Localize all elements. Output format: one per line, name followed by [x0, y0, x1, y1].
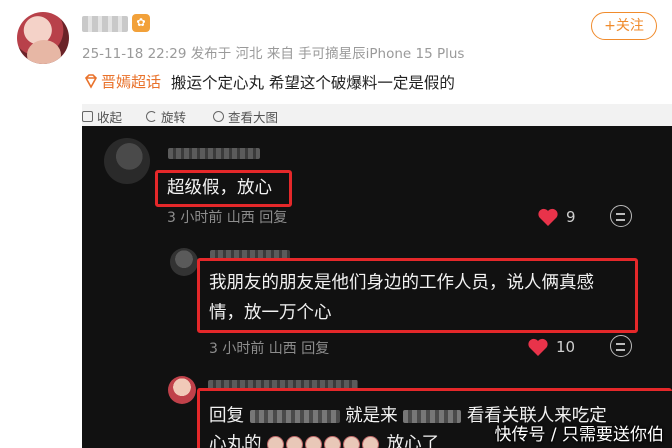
rotate-label: 旋转	[161, 110, 187, 125]
emoji-face-icon	[305, 435, 323, 448]
view-large-button[interactable]: 查看大图	[213, 107, 278, 126]
follow-button[interactable]: +关注	[591, 12, 657, 40]
emoji-reply-icon	[610, 205, 632, 227]
heart-icon	[538, 208, 558, 226]
comment-text-line1: 我朋友的朋友是他们身边的工作人员，说人俩真感	[209, 273, 594, 293]
image-toolbar: 收起 旋转 查看大图	[82, 104, 672, 126]
blurred-mention	[403, 409, 462, 423]
watermark: 快传号 / 只需要送你伯	[494, 425, 664, 445]
reply-line2-start: 心丸的	[209, 434, 262, 448]
commenter-avatar	[104, 138, 150, 184]
topic-link[interactable]: 晋嫣超话	[101, 71, 161, 92]
collapse-icon	[82, 111, 93, 122]
commenter-avatar	[168, 376, 196, 404]
comment-text-line2: 情，放一万个心	[209, 303, 332, 323]
reply-line2-end: 放心了	[386, 434, 440, 448]
emoji-face-icon	[267, 435, 285, 448]
comment-text-line2: 心丸的 放心了	[209, 430, 439, 448]
collapse-label: 收起	[97, 110, 123, 125]
comment-meta: 3 小时前 山西 回复	[167, 210, 288, 226]
vip-badge-icon: ✿	[132, 14, 150, 32]
emoji-face-icon	[362, 435, 380, 448]
comment-meta: 3 小时前 山西 回复	[209, 341, 330, 357]
post-meta: 25-11-18 22:29 发布于 河北 来自 手可摘星辰iPhone 15 …	[82, 46, 465, 62]
commenter-name-blurred	[168, 148, 260, 159]
post-text: 搬运个定心丸 希望这个破爆料一定是假的	[171, 74, 455, 92]
like-count: 10	[556, 338, 576, 356]
emoji-face-icon	[324, 435, 342, 448]
diamond-topic-icon	[83, 73, 99, 89]
collapse-button[interactable]: 收起	[82, 107, 122, 126]
reply-prefix: 回复	[209, 406, 244, 426]
rotate-button[interactable]: 旋转	[146, 107, 186, 126]
emoji-face-icon	[286, 435, 304, 448]
post-image[interactable]: 超级假，放心 3 小时前 山西 回复 9 我朋友的朋友是他们身边的工作人员，说人…	[82, 126, 672, 448]
emoji-reply-icon	[610, 335, 632, 357]
rotate-icon	[146, 111, 157, 122]
emoji-face-icon	[343, 435, 361, 448]
comment-text: 超级假，放心	[167, 178, 272, 198]
heart-icon	[528, 338, 548, 356]
zoom-icon	[213, 111, 224, 122]
view-large-label: 查看大图	[228, 110, 279, 125]
commenter-avatar	[170, 248, 198, 276]
username-blurred[interactable]	[82, 16, 128, 32]
user-avatar[interactable]	[17, 12, 69, 64]
blurred-mention	[249, 409, 340, 423]
like-count: 9	[566, 208, 576, 226]
reply-middle: 就是来	[345, 406, 398, 426]
